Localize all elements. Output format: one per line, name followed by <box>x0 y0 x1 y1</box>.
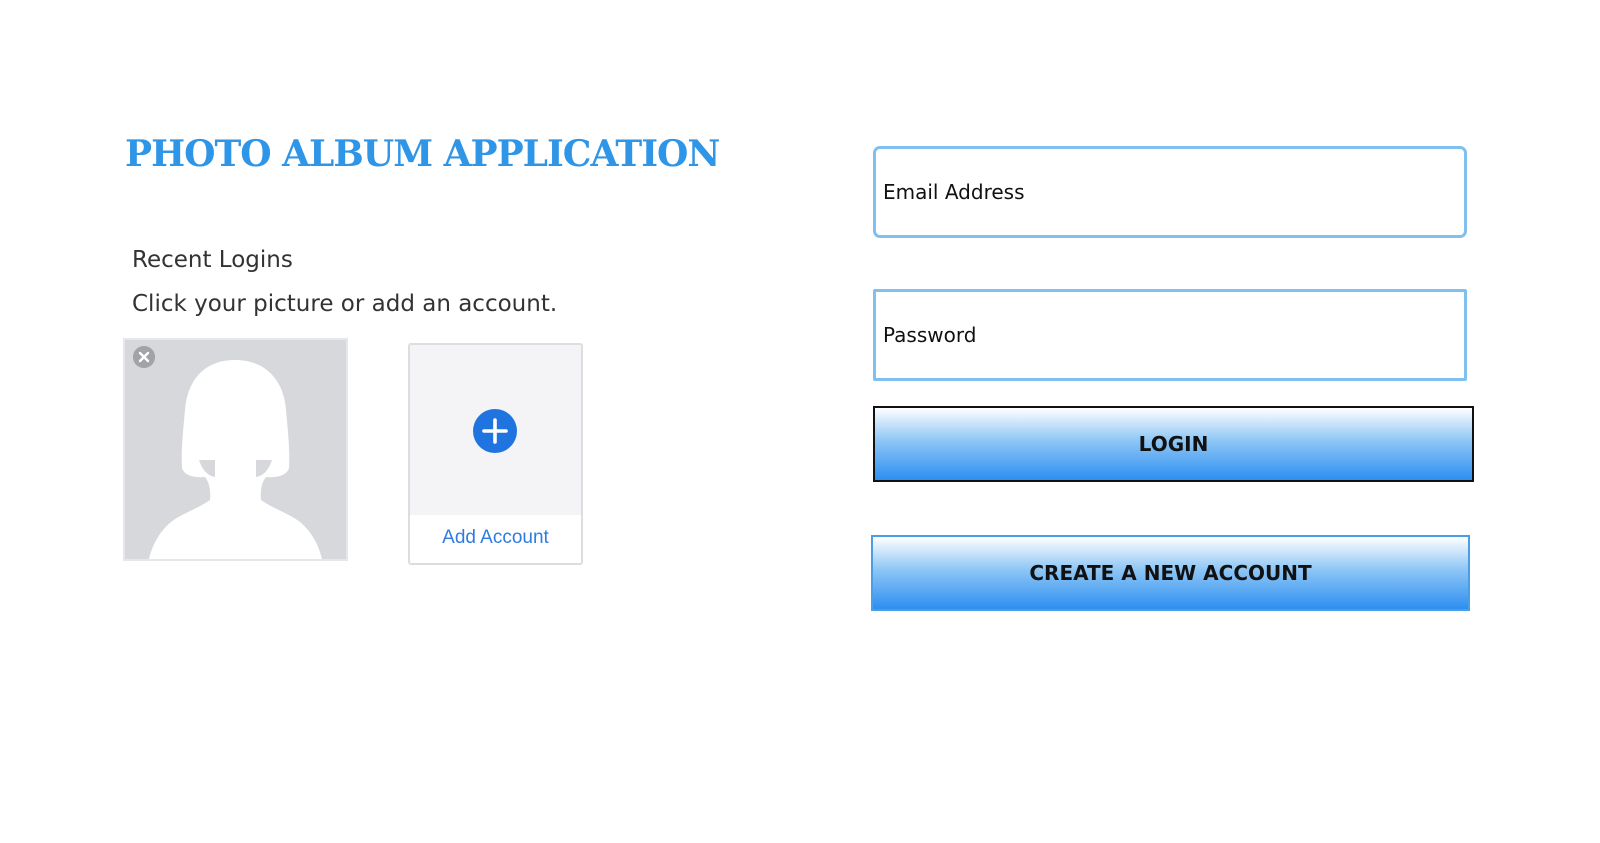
password-field[interactable] <box>873 289 1467 381</box>
page-title: PHOTO ALBUM APPLICATION <box>125 133 720 175</box>
email-field[interactable] <box>873 146 1467 238</box>
add-account-label: Add Account <box>442 527 549 548</box>
recent-logins-heading: Recent Logins <box>132 247 293 273</box>
remove-profile-button[interactable] <box>133 346 155 368</box>
plus-circle-icon <box>472 408 518 454</box>
add-account-button[interactable]: Add Account <box>408 343 583 565</box>
close-icon <box>133 346 155 368</box>
create-account-button[interactable]: CREATE A NEW ACCOUNT <box>871 535 1470 611</box>
login-page: PHOTO ALBUM APPLICATION Recent Logins Cl… <box>0 0 1600 843</box>
add-account-icon-area <box>410 345 581 515</box>
avatar <box>125 340 346 559</box>
recent-logins-instruction: Click your picture or add an account. <box>132 291 558 317</box>
recent-profile-card[interactable] <box>123 338 348 561</box>
login-button[interactable]: LOGIN <box>873 406 1474 482</box>
